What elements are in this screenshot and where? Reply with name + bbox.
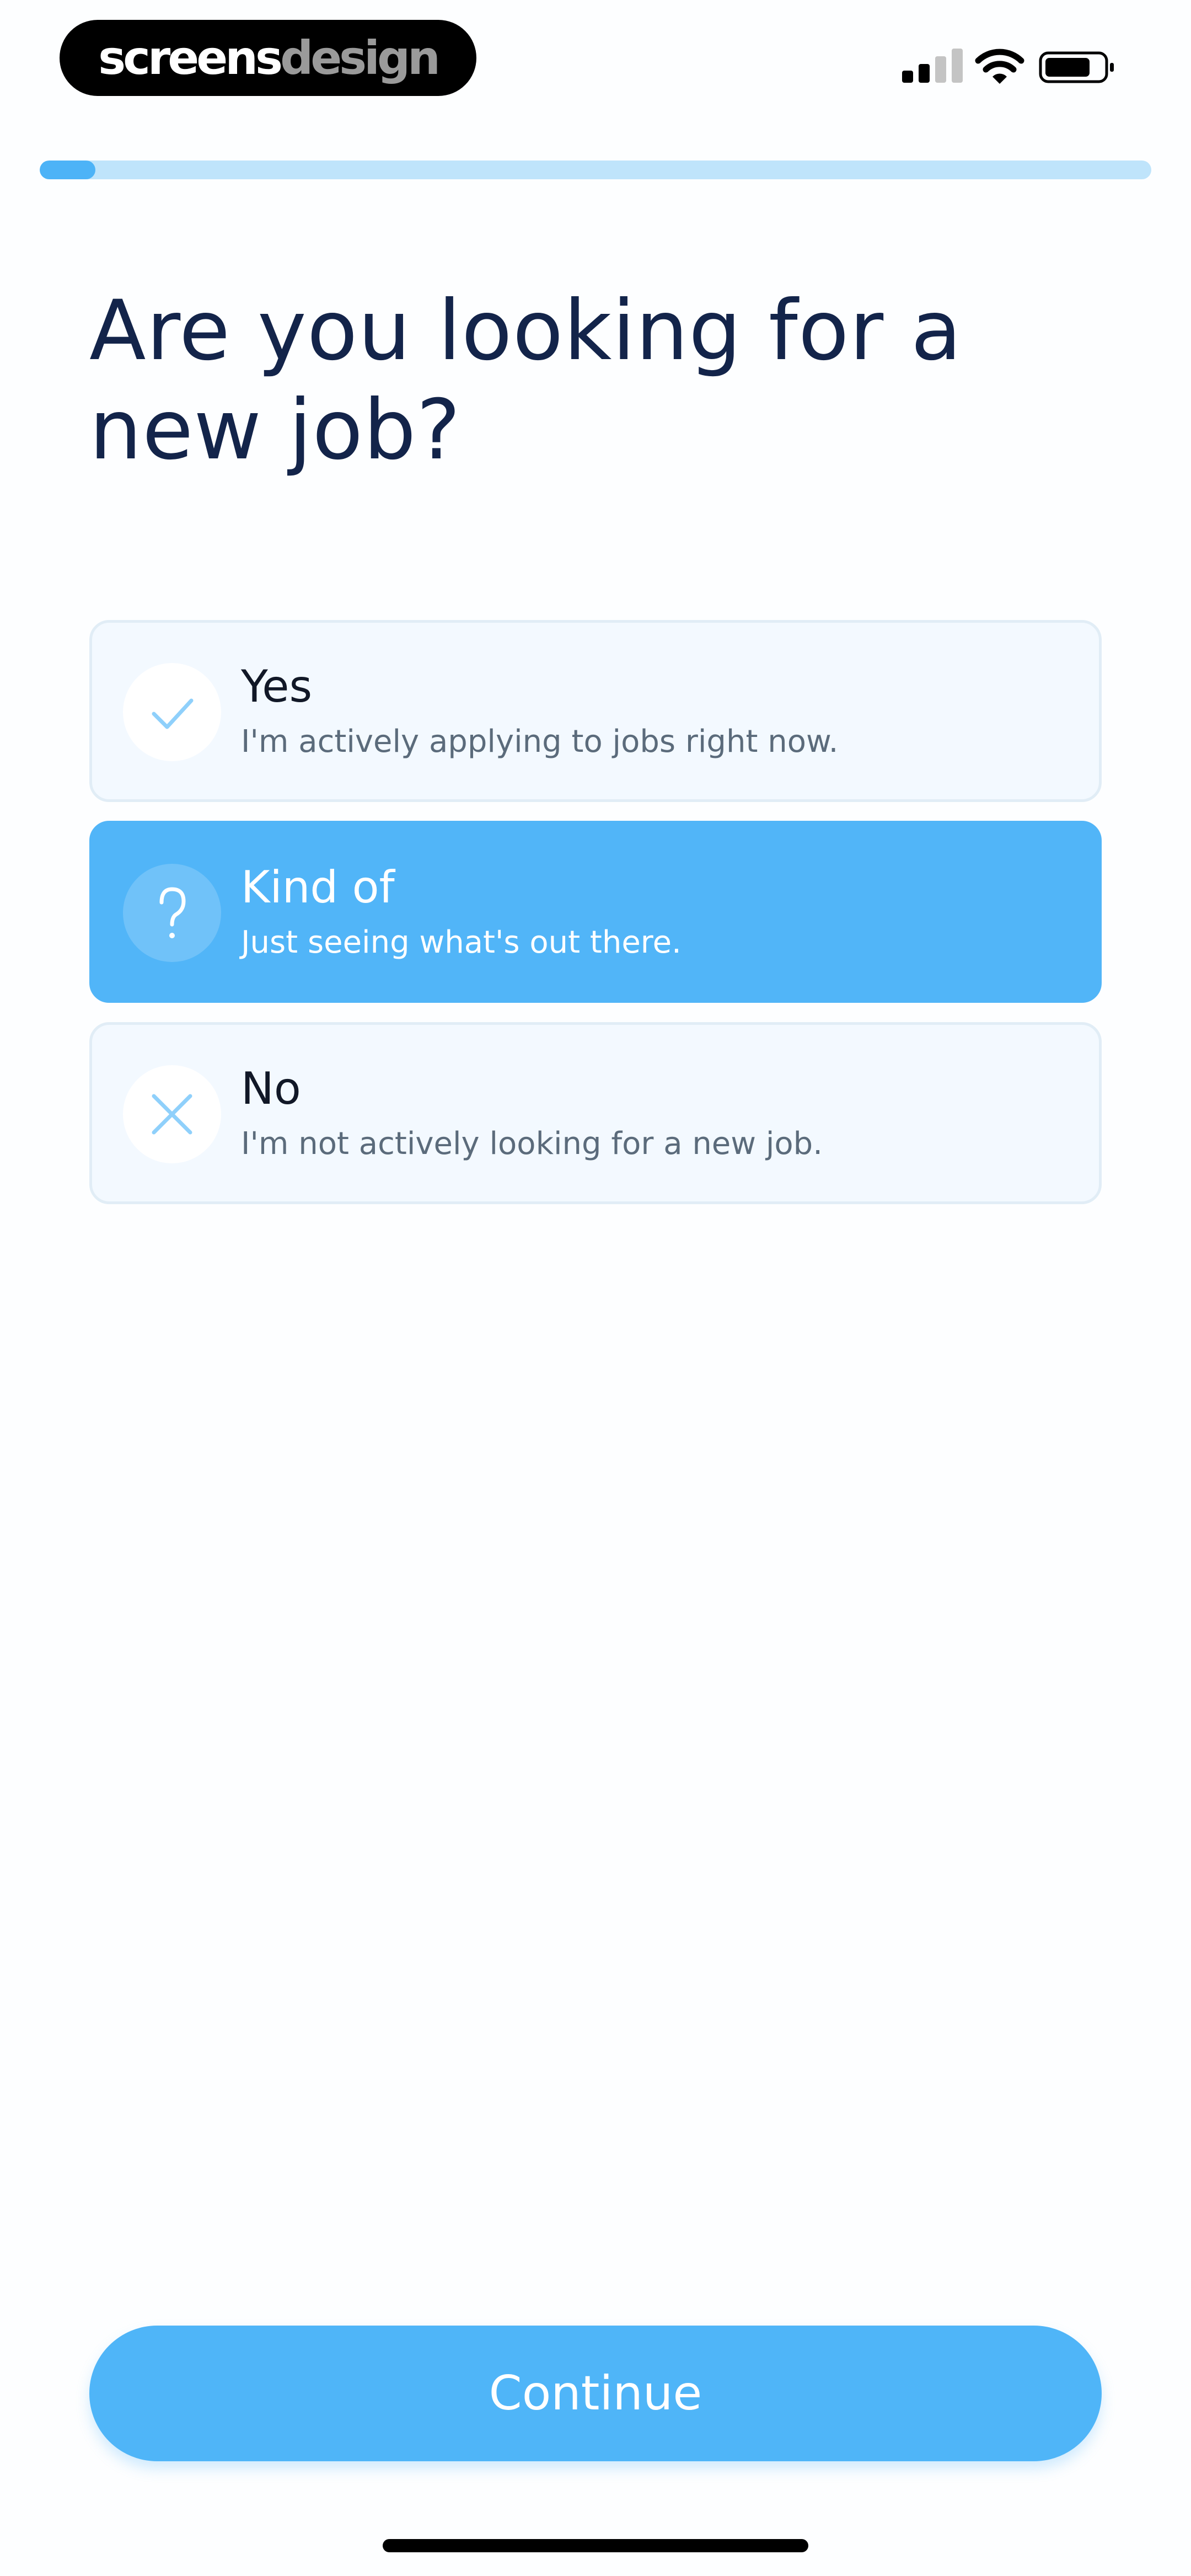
option-no-icon-circle (123, 1065, 221, 1163)
option-kind-of-icon-circle (123, 864, 221, 962)
option-yes-title: Yes (241, 661, 313, 712)
option-no[interactable]: No I'm not actively looking for a new jo… (89, 1022, 1102, 1204)
progress-bar-fill (40, 161, 95, 179)
option-kind-of[interactable]: Kind of Just seeing what's out there. (89, 821, 1102, 1003)
option-no-subtitle: I'm not actively looking for a new job. (241, 1126, 823, 1162)
option-no-title: No (241, 1063, 301, 1114)
signal-icon (899, 47, 963, 83)
home-indicator (383, 2539, 808, 2552)
brand-logo-primary: screens (98, 31, 283, 85)
option-yes[interactable]: Yes I'm actively applying to jobs right … (89, 620, 1102, 802)
progress-bar (40, 161, 1151, 179)
onboarding-screen: screens design Are you looking for a new … (0, 0, 1191, 2576)
option-yes-icon-circle (123, 663, 221, 761)
checkmark-icon (152, 698, 194, 729)
continue-button[interactable]: Continue (89, 2326, 1102, 2461)
status-icons (899, 47, 1119, 86)
brand-logo-secondary: design (280, 31, 441, 85)
close-icon (152, 1094, 192, 1135)
battery-icon (1039, 51, 1114, 83)
option-yes-subtitle: I'm actively applying to jobs right now. (241, 724, 839, 760)
brand-logo: screens design (60, 20, 476, 96)
question-mark-icon (159, 887, 186, 938)
question-title: Are you looking for a new job? (89, 283, 962, 478)
option-kind-of-title: Kind of (241, 862, 395, 913)
wifi-icon (975, 49, 1024, 84)
option-kind-of-subtitle: Just seeing what's out there. (241, 924, 682, 960)
